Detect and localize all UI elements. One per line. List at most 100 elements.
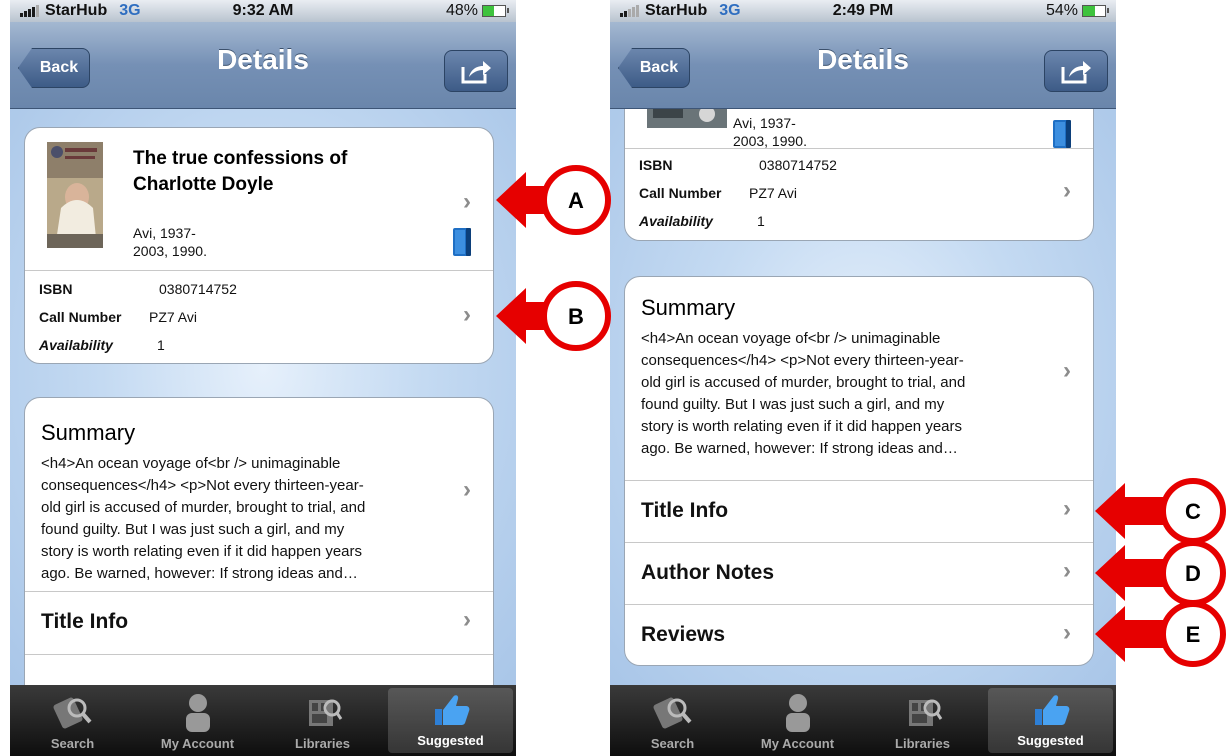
- navigation-bar: Back Details: [10, 22, 516, 109]
- isbn-value: 0380714752: [759, 157, 837, 173]
- summary-row[interactable]: Summary <h4>An ocean voyage of<br /> uni…: [625, 277, 1093, 481]
- callout-label: B: [568, 304, 584, 329]
- isbn-label: ISBN: [639, 157, 673, 173]
- book-header-row[interactable]: The true confessions of Charlotte Doyle …: [25, 128, 493, 271]
- title-info-row[interactable]: Title Info ›: [625, 481, 1093, 543]
- tab-libraries[interactable]: Libraries: [860, 685, 985, 756]
- summary-row[interactable]: Summary <h4>An ocean voyage of<br /> uni…: [25, 398, 493, 592]
- book-card: Avi, 1937- 2003, 1990. ISBN 0380714752 C…: [624, 109, 1094, 241]
- summary-line: <h4>An ocean voyage of<br /> unimaginabl…: [41, 455, 341, 472]
- book-cover-image: [47, 142, 103, 248]
- availability-label: Availability: [639, 213, 713, 229]
- summary-line: consequences</h4> <p>Not every thirteen-…: [641, 352, 964, 369]
- status-bar: StarHub 3G 9:32 AM 48%: [10, 0, 516, 22]
- isbn-label: ISBN: [39, 281, 73, 297]
- thumbs-up-icon: [1034, 695, 1069, 725]
- book-header-row[interactable]: Avi, 1937- 2003, 1990.: [625, 109, 1093, 149]
- tab-search[interactable]: Search: [610, 685, 735, 756]
- book-title: The true confessions of Charlotte Doyle: [133, 146, 347, 198]
- phone-screen-left: StarHub 3G 9:32 AM 48% Back Details The …: [10, 0, 516, 756]
- tab-label: Search: [50, 736, 95, 751]
- tab-my-account[interactable]: My Account: [135, 685, 260, 756]
- chevron-right-icon: ›: [1063, 557, 1071, 584]
- summary-heading: Summary: [41, 420, 136, 445]
- tab-label: My Account: [160, 736, 235, 751]
- chevron-right-icon: ›: [1063, 619, 1071, 646]
- tab-bar: Search My Account Libraries Suggested: [10, 685, 516, 756]
- tab-libraries[interactable]: Libraries: [260, 685, 385, 756]
- libraries-icon: [908, 699, 942, 726]
- page-title: Details: [217, 44, 309, 75]
- search-icon: [53, 697, 92, 729]
- callout-label: A: [568, 188, 584, 213]
- tab-label: Suggested: [417, 733, 484, 748]
- person-icon: [785, 694, 810, 732]
- details-content-scrolled: Avi, 1937- 2003, 1990. ISBN 0380714752 C…: [610, 109, 1116, 685]
- share-button[interactable]: [1044, 50, 1108, 92]
- author-line-1: Avi, 1937-: [133, 225, 196, 241]
- search-icon: [653, 697, 692, 729]
- status-bar: StarHub 3G 2:49 PM 54%: [610, 0, 1116, 22]
- chevron-right-icon: ›: [1063, 495, 1071, 522]
- book-format-icon: [453, 228, 471, 256]
- person-icon: [185, 694, 210, 732]
- chevron-right-icon: ›: [463, 188, 471, 215]
- availability-value: 1: [757, 213, 765, 229]
- navigation-bar: Back Details: [610, 22, 1116, 109]
- chevron-right-icon: ›: [463, 606, 471, 633]
- chevron-right-icon: ›: [463, 476, 471, 503]
- summary-line: ago. Be warned, however: If strong ideas…: [641, 440, 958, 457]
- tab-suggested[interactable]: Suggested: [388, 688, 513, 753]
- callout-a: A: [496, 165, 611, 235]
- summary-line: old girl is accused of murder, brought t…: [641, 374, 966, 391]
- author-line-2: 2003, 1990.: [733, 133, 807, 149]
- summary-line: story is worth relating even if it did h…: [641, 418, 962, 435]
- status-time: 9:32 AM: [232, 2, 294, 19]
- book-fields-row[interactable]: ISBN 0380714752 Call Number PZ7 Avi Avai…: [625, 149, 1093, 240]
- tab-my-account[interactable]: My Account: [735, 685, 860, 756]
- thumbs-up-icon: [434, 695, 469, 725]
- battery-icon: [482, 5, 509, 17]
- summary-line: ago. Be warned, however: If strong ideas…: [41, 565, 358, 582]
- author-notes-row[interactable]: Author Notes ›: [625, 543, 1093, 605]
- summary-line: <h4>An ocean voyage of<br /> unimaginabl…: [641, 330, 941, 347]
- summary-line: consequences</h4> <p>Not every thirteen-…: [41, 477, 364, 494]
- summary-card: Summary <h4>An ocean voyage of<br /> uni…: [24, 397, 494, 685]
- summary-line: found guilty. But I was just such a girl…: [41, 521, 345, 538]
- availability-label: Availability: [39, 337, 113, 353]
- title-info-row[interactable]: Title Info ›: [25, 592, 493, 655]
- callout-label: D: [1185, 561, 1201, 586]
- share-button[interactable]: [444, 50, 508, 92]
- book-author: Avi, 1937- 2003, 1990.: [133, 224, 207, 260]
- chevron-right-icon: ›: [1063, 357, 1071, 384]
- book-title-line-1: The true confessions of: [133, 148, 348, 169]
- callout-label: C: [1185, 499, 1201, 524]
- callout-b: B: [496, 281, 611, 351]
- callout-e: E: [1095, 601, 1226, 667]
- battery-percent: 54%: [1045, 2, 1078, 19]
- book-fields-row[interactable]: ISBN 0380714752 Call Number PZ7 Avi Avai…: [25, 271, 493, 363]
- book-card: The true confessions of Charlotte Doyle …: [24, 127, 494, 364]
- book-format-icon: [1053, 120, 1071, 148]
- title-info-label: Title Info: [41, 610, 129, 633]
- summary-card: Summary <h4>An ocean voyage of<br /> uni…: [624, 276, 1094, 666]
- book-title-line-2: Charlotte Doyle: [133, 174, 274, 195]
- callout-label: E: [1186, 622, 1201, 647]
- tab-search[interactable]: Search: [10, 685, 135, 756]
- reviews-label: Reviews: [641, 623, 726, 646]
- tab-label: My Account: [760, 736, 835, 751]
- status-time: 2:49 PM: [832, 2, 894, 19]
- summary-text: <h4>An ocean voyage of<br /> unimaginabl…: [41, 453, 461, 585]
- reviews-row[interactable]: Reviews ›: [625, 605, 1093, 665]
- battery-icon: [1082, 5, 1109, 17]
- summary-heading: Summary: [641, 295, 736, 320]
- call-number-label: Call Number: [639, 185, 722, 201]
- summary-line: story is worth relating even if it did h…: [41, 543, 362, 560]
- summary-text: <h4>An ocean voyage of<br /> unimaginabl…: [641, 328, 1061, 460]
- summary-line: old girl is accused of murder, brought t…: [41, 499, 366, 516]
- tab-suggested[interactable]: Suggested: [988, 688, 1113, 753]
- share-icon: [1061, 61, 1091, 84]
- tab-label: Suggested: [1017, 733, 1084, 748]
- chevron-right-icon: ›: [463, 301, 471, 328]
- isbn-value: 0380714752: [159, 281, 237, 297]
